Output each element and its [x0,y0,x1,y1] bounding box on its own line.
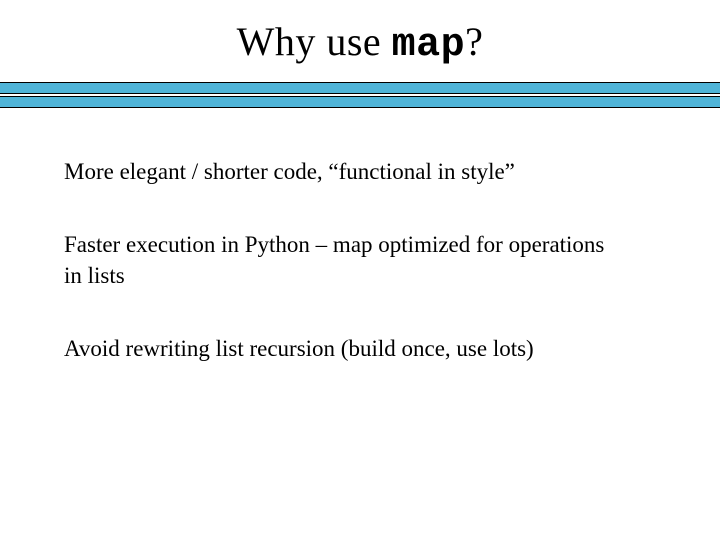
slide: Why use map? More elegant / shorter code… [0,0,720,540]
title-divider [0,82,720,108]
title-suffix: ? [465,19,483,64]
title-area: Why use map? [0,0,720,68]
divider-bar-bottom [0,96,720,108]
title-prefix: Why use [237,19,392,64]
bullet-item: Avoid rewriting list recursion (build on… [64,333,624,364]
title-code: map [392,23,466,68]
bullet-item: More elegant / shorter code, “functional… [64,156,624,187]
slide-title: Why use map? [0,18,720,68]
content-area: More elegant / shorter code, “functional… [0,108,720,364]
bullet-item: Faster execution in Python – map optimiz… [64,229,624,291]
divider-bar-top [0,82,720,94]
